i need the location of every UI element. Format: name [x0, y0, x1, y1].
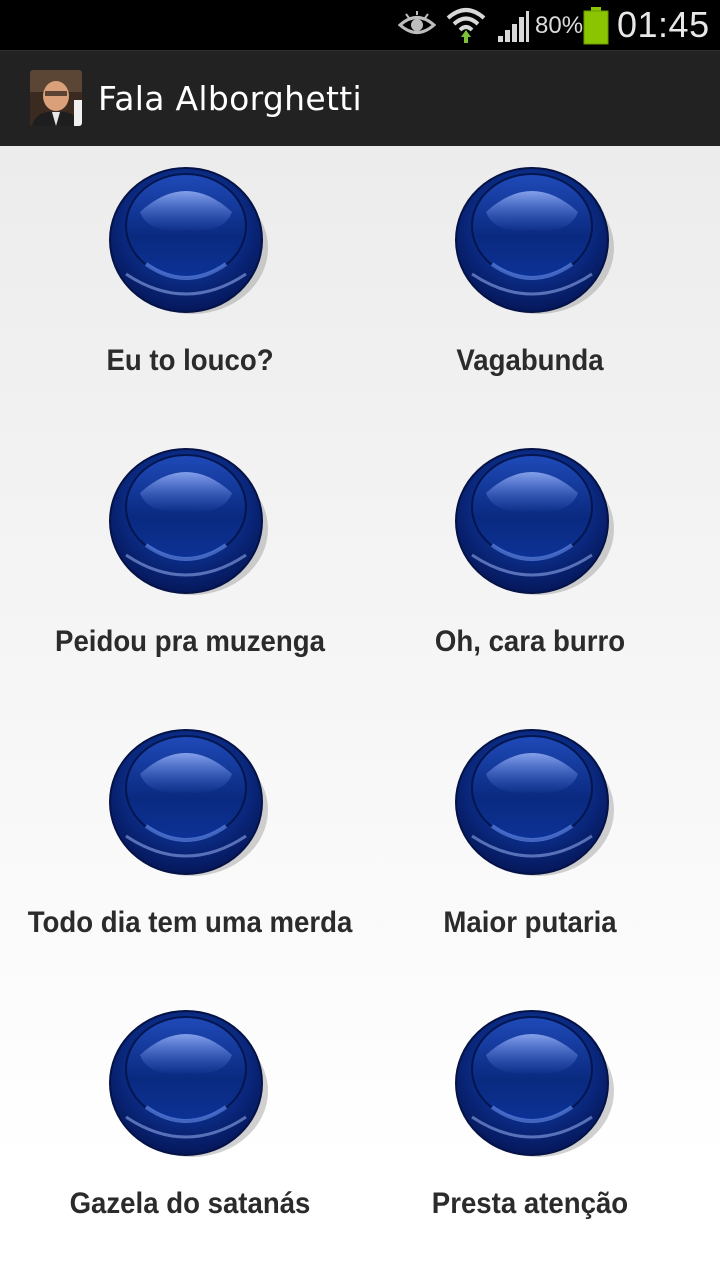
sound-item: Todo dia tem uma merda [0, 708, 360, 988]
clock: 01:45 [617, 4, 710, 45]
sound-label: Vagabunda [456, 344, 604, 377]
wifi-icon [446, 8, 486, 43]
action-bar: Fala Alborghetti [0, 50, 720, 147]
app-title: Fala Alborghetti [98, 79, 362, 118]
sound-board: Eu to louco? Vagabunda Peidou pra muzenga O… [0, 146, 720, 1280]
sound-label: Gazela do satanás [69, 1187, 311, 1220]
status-bar: 80% 01:45 [0, 0, 720, 50]
signal-icon [498, 11, 529, 42]
sound-label: Peidou pra muzenga [55, 625, 325, 658]
sound-item: Vagabunda [360, 146, 720, 426]
sound-label: Todo dia tem uma merda [27, 906, 353, 939]
sound-item: Peidou pra muzenga [0, 427, 360, 707]
sound-label: Oh, cara burro [434, 625, 626, 658]
sound-button-presta-atencao[interactable] [452, 1007, 616, 1159]
sound-button-vagabunda[interactable] [452, 164, 616, 316]
sound-button-maior-putaria[interactable] [452, 726, 616, 878]
battery-icon [583, 7, 609, 45]
sound-label: Presta atenção [431, 1187, 629, 1220]
sound-item: Eu to louco? [0, 146, 360, 426]
sound-button-peidou-pra-muzenga[interactable] [106, 445, 270, 597]
sound-button-oh-cara-burro[interactable] [452, 445, 616, 597]
sound-label: Eu to louco? [106, 344, 274, 377]
battery-percent: 80% [535, 12, 584, 39]
sound-button-eu-to-louco[interactable] [106, 164, 270, 316]
sound-button-todo-dia-tem-uma-merda[interactable] [106, 726, 270, 878]
sound-item: Presta atenção [360, 989, 720, 1269]
app-avatar-icon[interactable] [30, 70, 82, 126]
sound-button-gazela-do-satanas[interactable] [106, 1007, 270, 1159]
sound-item: Oh, cara burro [360, 427, 720, 707]
sound-item: Gazela do satanás [0, 989, 360, 1269]
sound-item: Maior putaria [360, 708, 720, 988]
sound-label: Maior putaria [443, 906, 617, 939]
eye-icon [398, 11, 436, 34]
